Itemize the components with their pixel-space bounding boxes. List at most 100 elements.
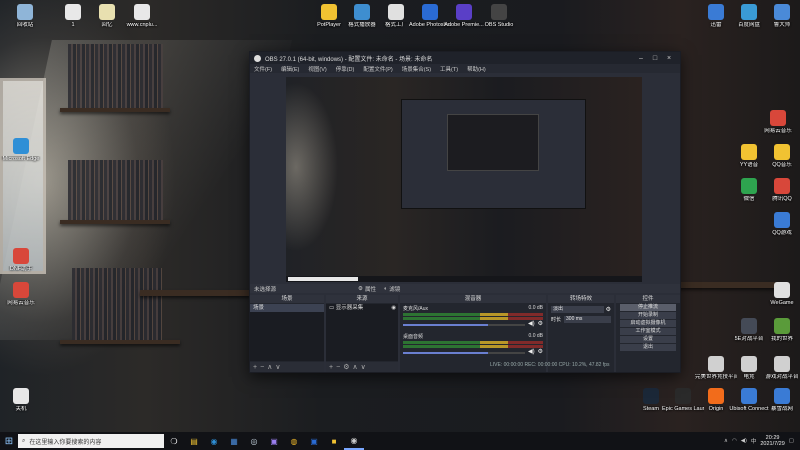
desktop-icon-file-url[interactable]: www.cnplu... (121, 4, 163, 29)
desktop-icon-shutdown[interactable]: 关机 (0, 388, 42, 413)
desktop-icon-game-platform[interactable]: 我的世界 (761, 318, 800, 343)
transition-select[interactable]: 淡出 (551, 306, 604, 313)
scenes-list[interactable]: 场景 (250, 304, 324, 361)
controls-dock-title: 控件 (616, 295, 680, 303)
volume-slider-fill (403, 352, 489, 354)
mixer-channel-label: 麦克风/Aux (403, 306, 429, 312)
steam-icon[interactable]: ◎ (244, 432, 264, 450)
add-icon[interactable]: + (253, 364, 257, 371)
shutdown-icon (13, 388, 29, 404)
gear-icon[interactable]: ⚙ (538, 348, 543, 355)
obs-menu-item[interactable]: 帮助(H) (467, 65, 486, 73)
desktop-icon-qq-browser[interactable]: QQ游戏 (761, 212, 800, 237)
control-button[interactable]: 启动虚拟摄像机 (620, 320, 676, 327)
obs-menu-item[interactable]: 视图(V) (308, 65, 326, 73)
desktop-icon-wegame[interactable]: WeGame (761, 282, 800, 307)
obs-app-icon (254, 54, 261, 62)
obs-window[interactable]: OBS 27.0.1 (64-bit, windows) - 配置文件: 未命名… (249, 51, 681, 373)
ps-icon[interactable]: ▣ (304, 432, 324, 450)
obs-menu-item[interactable]: 文件(F) (254, 65, 272, 73)
task-view-icon[interactable]: ❍ (164, 432, 184, 450)
desktop-icon-label: OBS Studio (484, 22, 514, 28)
control-button[interactable]: 退出 (620, 344, 676, 351)
gear-icon[interactable]: ⚙ (538, 320, 543, 327)
volume-meter (403, 341, 543, 344)
maximize-icon[interactable]: □ (648, 55, 662, 62)
obs-menu-item[interactable]: 工具(T) (440, 65, 458, 73)
speaker-icon[interactable]: ◀) (528, 348, 535, 355)
visibility-eye-icon[interactable]: ◉ (391, 304, 396, 312)
gear-icon[interactable]: ⚙ (343, 363, 349, 371)
obs-menu-item[interactable]: 编辑(E) (281, 65, 299, 73)
search-box[interactable]: ⌕ 在这里输入你要搜索的内容 (18, 434, 164, 448)
obs-preview[interactable] (286, 77, 642, 282)
move-down-icon[interactable]: ∨ (361, 363, 366, 371)
notification-icon[interactable]: ▢ (789, 438, 794, 444)
gear-icon[interactable]: ⚙ (606, 306, 611, 313)
yy-voice-icon (741, 144, 757, 160)
desktop-icon-obs-studio[interactable]: OBS Studio (478, 4, 520, 29)
obs-menu-item[interactable]: 场景集合(S) (402, 65, 431, 73)
control-button[interactable]: 工作室模式 (620, 328, 676, 335)
filters-button[interactable]: 滤镜 (389, 285, 400, 293)
wechat-icon (741, 178, 757, 194)
obs-icon[interactable]: ◉ (344, 432, 364, 450)
desktop-icon-recycle-bin[interactable]: 回收站 (4, 4, 46, 29)
volume-slider[interactable] (403, 352, 525, 354)
store-icon[interactable]: ▦ (224, 432, 244, 450)
desktop-icon-app-left-2[interactable]: 网易云音乐 (0, 282, 42, 307)
add-icon[interactable]: + (329, 364, 333, 371)
close-icon[interactable]: × (662, 55, 676, 62)
edge-icon[interactable]: ◉ (204, 432, 224, 450)
app-left-1-icon (13, 248, 29, 264)
gear-icon[interactable]: ⚙ (358, 286, 363, 292)
desktop-icon-netease-music[interactable]: 网易云音乐 (757, 110, 799, 135)
move-down-icon[interactable]: ∨ (275, 363, 280, 371)
move-up-icon[interactable]: ∧ (267, 363, 272, 371)
properties-button[interactable]: 属性 (365, 285, 376, 293)
premiere-icon[interactable]: ▣ (264, 432, 284, 450)
scene-item[interactable]: 场景 (250, 304, 324, 312)
obs-menu-item[interactable]: 配置文件(P) (363, 65, 392, 73)
volume-icon[interactable]: ◀) (741, 438, 747, 444)
source-item[interactable]: ▭ 显示器采集 ◉ (326, 304, 398, 312)
clock[interactable]: 20:29 2021/7/29 (760, 435, 784, 448)
desktop-icon-label: QQ音乐 (772, 162, 792, 168)
format-factory-icon (388, 4, 404, 20)
folder-icon[interactable]: ■ (324, 432, 344, 450)
explorer-icon[interactable]: ▤ (184, 432, 204, 450)
desktop-icon-baidu-3[interactable]: 鲁大师 (761, 4, 800, 29)
remove-icon[interactable]: − (336, 364, 340, 371)
sources-toolbar: + − ⚙ ∧ ∨ (326, 362, 398, 372)
ime-icon[interactable]: 中 (751, 437, 757, 445)
netease-music-icon (770, 110, 786, 126)
start-button[interactable]: ⊞ (0, 432, 18, 450)
tray-chevron-icon[interactable]: ∧ (724, 438, 728, 444)
move-up-icon[interactable]: ∧ (352, 363, 357, 371)
preview-search (288, 277, 358, 281)
filter-icon[interactable]: ◐ (384, 286, 387, 292)
desktop-icon-tencent-qq[interactable]: 腾讯QQ (761, 178, 800, 203)
desktop-icon-app-left-1[interactable]: DNF助手 (0, 248, 42, 273)
desktop-icon-qq-music[interactable]: QQ音乐 (761, 144, 800, 169)
control-button[interactable]: 停止推流 (620, 304, 676, 311)
desktop-icon-tencent-game[interactable]: 暴雪战网 (761, 388, 800, 413)
duration-input[interactable]: 300 ms (564, 316, 611, 323)
desktop-icon-network[interactable]: Microsoft Edge (0, 138, 42, 163)
desktop-icon-label: 关机 (15, 406, 27, 412)
sources-dock: 来源 ▭ 显示器采集 ◉ + − ⚙ ∧ ∨ (326, 295, 398, 372)
control-button[interactable]: 开始录制 (620, 312, 676, 319)
speaker-icon[interactable]: ◀) (528, 320, 535, 327)
control-button[interactable]: 设置 (620, 336, 676, 343)
remove-icon[interactable]: − (260, 364, 264, 371)
network-icon[interactable]: ◠ (732, 438, 737, 444)
volume-slider[interactable] (403, 324, 525, 326)
transitions-dock-title: 转场特效 (548, 295, 614, 303)
obs-titlebar[interactable]: OBS 27.0.1 (64-bit, windows) - 配置文件: 未命名… (250, 52, 680, 64)
minimize-icon[interactable]: – (634, 55, 648, 62)
sources-list[interactable]: ▭ 显示器采集 ◉ (326, 304, 398, 361)
obs-menu-item[interactable]: 停靠(D) (336, 65, 355, 73)
chrome-icon[interactable]: ◍ (284, 432, 304, 450)
scenes-dock: 场景 场景 + − ∧ ∨ (250, 295, 324, 372)
desktop-icon-steam-platform[interactable]: 游戏对战平台 (761, 356, 800, 381)
